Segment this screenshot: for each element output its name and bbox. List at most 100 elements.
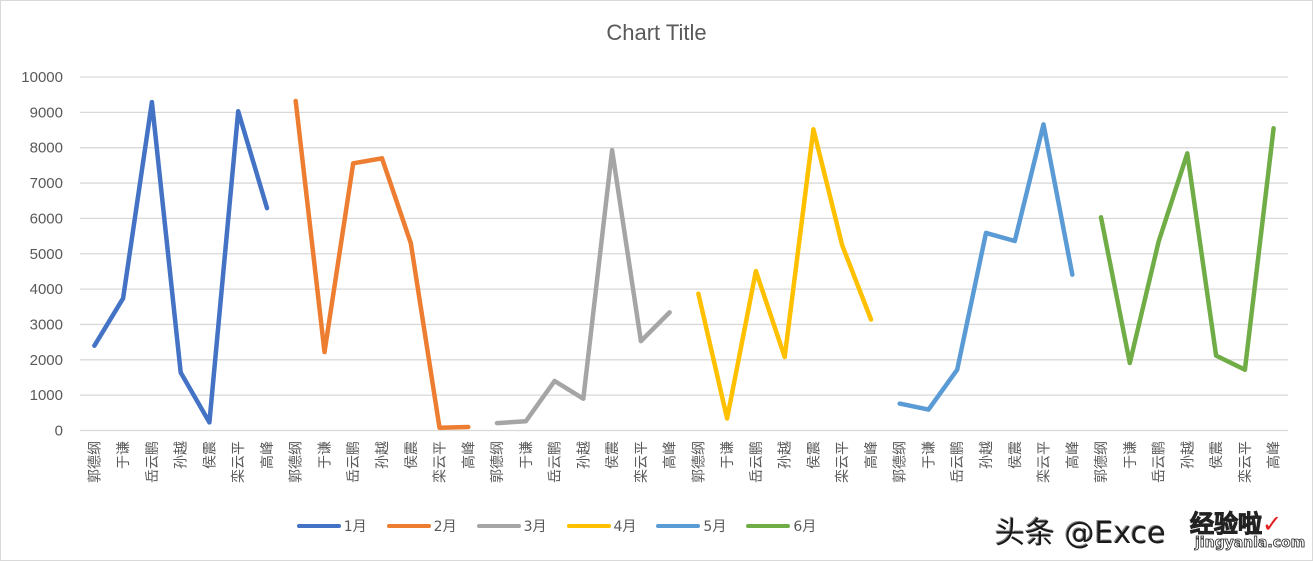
data-point [1214,353,1219,358]
watermark-url: jingyanla.com [1195,535,1306,552]
legend-item: 6月 [746,516,816,536]
x-tick-label: 孙越 [576,441,592,469]
y-tick-label: 4000 [30,281,63,298]
data-point [840,243,845,248]
data-point [1012,239,1017,244]
x-tick-label: 郭德纲 [86,441,103,483]
data-point [1041,122,1046,127]
data-point [380,156,384,161]
series-line-4月 [696,127,874,421]
data-point [926,407,931,412]
x-tick-label: 于谦 [921,441,937,469]
x-tick-label: 高峰 [662,441,679,469]
legend-item: 3月 [476,516,547,536]
data-point [782,354,787,359]
data-point [408,241,413,246]
x-tick-label: 侯震 [404,441,420,469]
x-tick-label: 高峰 [1266,441,1283,469]
x-tick-label: 于谦 [317,441,333,469]
data-point [293,99,298,104]
data-point [1099,215,1104,220]
x-tick-label: 于谦 [720,441,736,469]
x-tick-label: 郭德纲 [1093,441,1110,483]
data-point [495,421,500,426]
x-tick-label: 孙越 [174,441,190,469]
legend-swatch [656,524,701,528]
series-line-3月 [494,147,672,426]
data-point [149,100,154,105]
series-line-6月 [1098,126,1276,372]
x-tick-label: 栾云平 [1036,441,1053,483]
data-point [955,367,960,372]
data-point [437,425,442,430]
legend-item: 1月 [296,516,367,536]
x-tick-label: 岳云鹏 [749,441,765,483]
x-tick-label: 岳云鹏 [346,441,362,483]
data-point [552,379,557,384]
check-icon: ✓ [1262,510,1283,538]
data-point [753,269,758,274]
x-tick-label: 孙越 [979,441,995,469]
watermark-site-label: 经验啦 [1190,510,1263,539]
legend-swatch [566,524,611,528]
series-line-2月 [293,98,471,430]
legend-label: 6月 [793,519,817,535]
data-point [92,343,97,348]
y-tick-label: 0 [55,423,63,440]
y-tick-label: 9000 [30,104,63,121]
x-tick-label: 岳云鹏 [1152,441,1168,483]
legend-label: 1月 [343,519,367,535]
x-tick-label: 高峰 [1064,441,1081,469]
data-point [178,370,183,375]
data-point [984,230,988,235]
data-point [264,206,269,211]
data-point [667,310,672,315]
x-tick-label: 孙越 [375,441,391,469]
plot-area: 0 1000 2000 3000 4000 5000 6000 7000 8000 9000 100… [21,69,1288,483]
x-tick-label: 高峰 [259,441,276,469]
data-point [1242,367,1247,372]
data-point [121,296,126,301]
x-tick-label: 郭德纲 [288,441,305,483]
x-tick-label: 高峰 [863,441,880,469]
x-axis-ticks: 郭德纲 于谦 岳云鹏 孙越 侯震 栾云平 高峰 郭德纲 于谦 岳云鹏 孙越 侯震 栾云平 高峰 郭德纲 于谦岳… [86,441,1282,483]
legend-item: 2月 [386,516,457,536]
x-tick-label: 高峰 [460,441,477,469]
data-point [581,396,586,401]
x-tick-label: 侯震 [806,441,822,469]
data-point [1185,151,1190,156]
x-tick-label: 郭德纲 [892,441,909,483]
x-tick-label: 侯震 [1209,441,1225,469]
legend-label: 4月 [613,519,637,535]
data-point [466,424,471,429]
legend-label: 2月 [433,519,457,535]
y-axis-ticks: 0 1000 2000 3000 4000 5000 6000 7000 8000 9000 100… [21,69,63,440]
y-tick-label: 1000 [30,387,63,404]
data-point [610,148,615,153]
data-point [897,401,902,406]
x-tick-label: 于谦 [116,441,132,469]
legend-swatch [476,524,521,528]
x-tick-label: 郭德纲 [690,441,707,483]
x-tick-label: 栾云平 [834,441,851,483]
series-lines [92,98,1276,430]
data-point [1156,239,1161,244]
legend-item: 5月 [656,516,726,536]
x-tick-label: 孙越 [778,441,794,469]
y-tick-label: 8000 [30,140,63,157]
x-tick-label: 孙越 [1180,441,1196,469]
y-tick-label: 6000 [30,210,63,227]
legend-swatch [746,524,791,528]
data-point [1127,360,1132,365]
legend-item: 4月 [566,516,637,536]
legend-label: 3月 [523,519,547,535]
data-point [868,317,873,322]
data-point [638,339,643,344]
data-point [523,419,528,424]
data-point [696,291,701,296]
x-tick-label: 栾云平 [230,441,247,483]
x-tick-label: 栾云平 [432,441,449,483]
y-tick-label: 3000 [30,316,63,333]
x-tick-label: 栾云平 [1237,441,1254,483]
x-tick-label: 侯震 [202,441,218,469]
